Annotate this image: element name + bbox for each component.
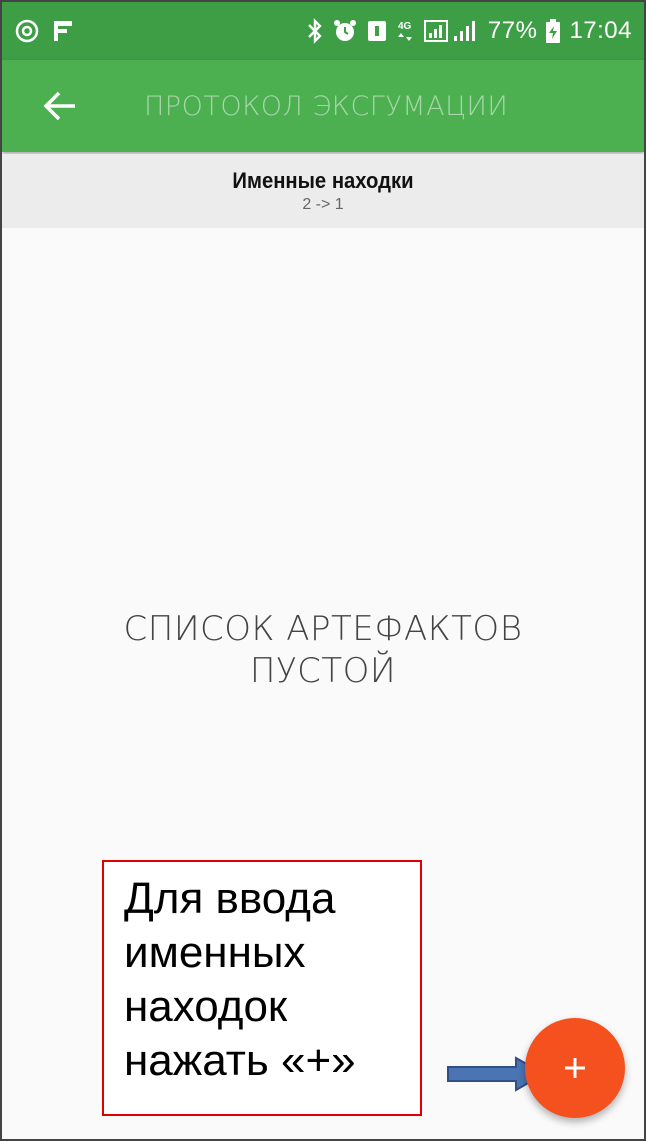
plus-icon bbox=[565, 1058, 585, 1078]
app-toolbar: ПРОТОКОЛ ЭКСГУМАЦИИ bbox=[2, 60, 644, 152]
battery-percent: 77% bbox=[487, 17, 538, 44]
battery-icon bbox=[545, 18, 561, 44]
bluetooth-icon bbox=[306, 18, 324, 44]
section-title: Именные находки bbox=[232, 168, 414, 193]
sim-icon bbox=[366, 19, 388, 43]
arrow-left-icon bbox=[43, 91, 75, 121]
signal-icon bbox=[423, 18, 480, 44]
page-title: ПРОТОКОЛ ЭКСГУМАЦИИ bbox=[144, 90, 509, 122]
add-artifact-button[interactable] bbox=[525, 1018, 625, 1118]
section-subtitle: 2 -> 1 bbox=[302, 196, 344, 213]
annotation-text: Для ввода именных находок нажать «+» bbox=[124, 874, 356, 1085]
at-sign-icon bbox=[14, 18, 40, 44]
empty-list-message: СПИСОК АРТЕФАКТОВ ПУСТОЙ bbox=[2, 608, 644, 692]
app-screen: 4G 77% 17:04 ПРОТОКОЛ ЭКСГУМАЦИИ Именные… bbox=[0, 0, 646, 1141]
back-button[interactable] bbox=[20, 66, 100, 146]
status-bar: 4G 77% 17:04 bbox=[2, 2, 644, 60]
clock: 17:04 bbox=[569, 17, 632, 44]
empty-message-line-2: ПУСТОЙ bbox=[249, 651, 397, 691]
section-header: Именные находки 2 -> 1 bbox=[2, 154, 644, 228]
empty-message-line-1: СПИСОК АРТЕФАКТОВ bbox=[123, 609, 523, 649]
svg-text:4G: 4G bbox=[398, 21, 412, 32]
flag-icon bbox=[52, 19, 74, 43]
alarm-icon bbox=[332, 18, 358, 44]
annotation-callout: Для ввода именных находок нажать «+» bbox=[102, 860, 422, 1116]
network-4g-icon: 4G bbox=[396, 18, 416, 44]
